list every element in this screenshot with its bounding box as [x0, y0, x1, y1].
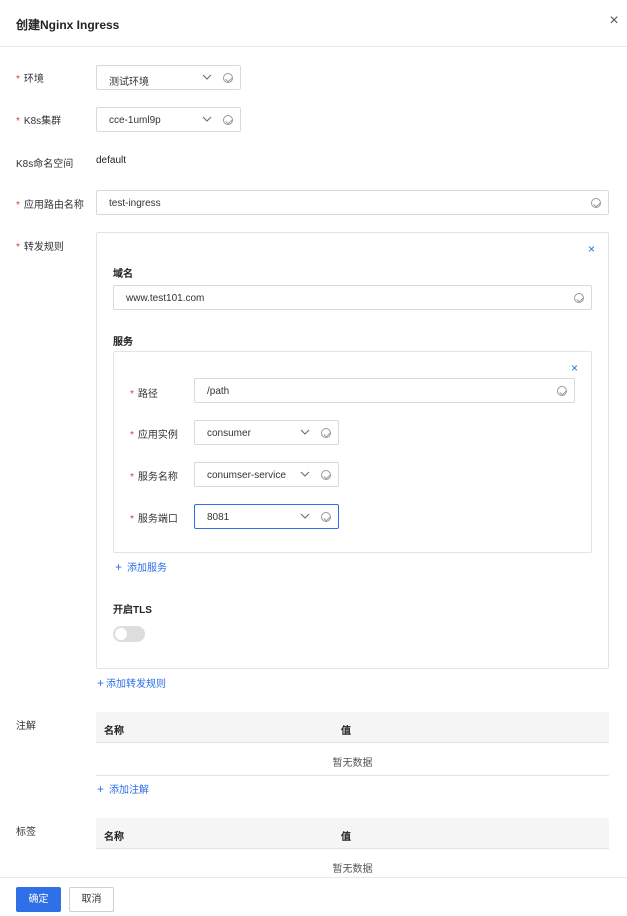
chevron-down-icon [202, 74, 212, 80]
check-circle-icon [223, 115, 233, 125]
service-port-select[interactable]: 8081 [194, 504, 339, 529]
route-name-label: * 应用路由名称 [16, 200, 84, 211]
plus-icon: + [115, 560, 123, 574]
cluster-label: * K8s集群 [16, 116, 62, 127]
tags-table: 名称 值 暂无数据 [96, 818, 609, 877]
dialog-title: 创建Nginx Ingress [16, 18, 120, 32]
table-header: 名称 值 [96, 712, 609, 743]
add-annotation-link[interactable]: + 添加注解 [97, 781, 149, 796]
service-card: × * 路径 /path * 应用实例 consumer * 服务名称 conumse… [113, 351, 592, 553]
check-circle-icon [574, 293, 584, 303]
check-circle-icon [321, 512, 331, 522]
annotations-label: 注解 [16, 721, 36, 732]
path-input[interactable]: /path [194, 378, 575, 403]
annotations-table: 名称 值 暂无数据 [96, 712, 609, 776]
close-icon[interactable]: × [605, 12, 623, 30]
domain-label: 域名 [113, 269, 133, 280]
chevron-down-icon [300, 513, 310, 519]
env-select[interactable]: 测试环境 [96, 65, 241, 90]
add-rule-link[interactable]: + 添加转发规则 [97, 675, 166, 690]
check-circle-icon [321, 470, 331, 480]
tags-label: 标签 [16, 827, 36, 838]
instance-label: * 应用实例 [130, 430, 178, 441]
table-header: 名称 值 [96, 818, 609, 849]
namespace-label: K8s命名空间 [16, 159, 74, 170]
dialog-footer: 确定 取消 [0, 877, 627, 916]
remove-service-icon[interactable]: × [571, 362, 578, 374]
plus-icon: + [97, 782, 105, 796]
namespace-value: default [96, 155, 127, 166]
tls-toggle[interactable] [113, 626, 145, 642]
path-label: * 路径 [130, 389, 158, 400]
chevron-down-icon [202, 116, 212, 122]
service-label: 服务 [113, 337, 133, 348]
empty-text: 暂无数据 [332, 864, 373, 875]
check-circle-icon [321, 428, 331, 438]
service-name-select[interactable]: conumser-service [194, 462, 339, 487]
confirm-button[interactable]: 确定 [16, 887, 61, 912]
instance-select[interactable]: consumer [194, 420, 339, 445]
service-name-label: * 服务名称 [130, 472, 178, 483]
chevron-down-icon [300, 429, 310, 435]
env-label: * 环境 [16, 74, 44, 85]
check-circle-icon [557, 386, 567, 396]
add-service-link[interactable]: + 添加服务 [115, 559, 167, 574]
cluster-select[interactable]: cce-1uml9p [96, 107, 241, 132]
dialog-body: * 环境 测试环境 * K8s集群 cce-1uml9p K8s命名空间 defau… [0, 47, 627, 877]
service-port-label: * 服务端口 [130, 514, 178, 525]
tls-label: 开启TLS [113, 605, 152, 616]
check-circle-icon [591, 198, 601, 208]
plus-icon: + [97, 676, 105, 690]
chevron-down-icon [300, 471, 310, 477]
rules-label: * 转发规则 [16, 242, 64, 253]
rule-card: × 域名 www.test101.com 服务 × * 路径 /path * 应用实… [96, 232, 609, 669]
cancel-button[interactable]: 取消 [69, 887, 114, 912]
domain-input[interactable]: www.test101.com [113, 285, 592, 310]
remove-rule-icon[interactable]: × [588, 243, 595, 255]
route-name-input[interactable]: test-ingress [96, 190, 609, 215]
check-circle-icon [223, 73, 233, 83]
empty-text: 暂无数据 [332, 758, 373, 769]
dialog-header: 创建Nginx Ingress × [0, 0, 627, 47]
